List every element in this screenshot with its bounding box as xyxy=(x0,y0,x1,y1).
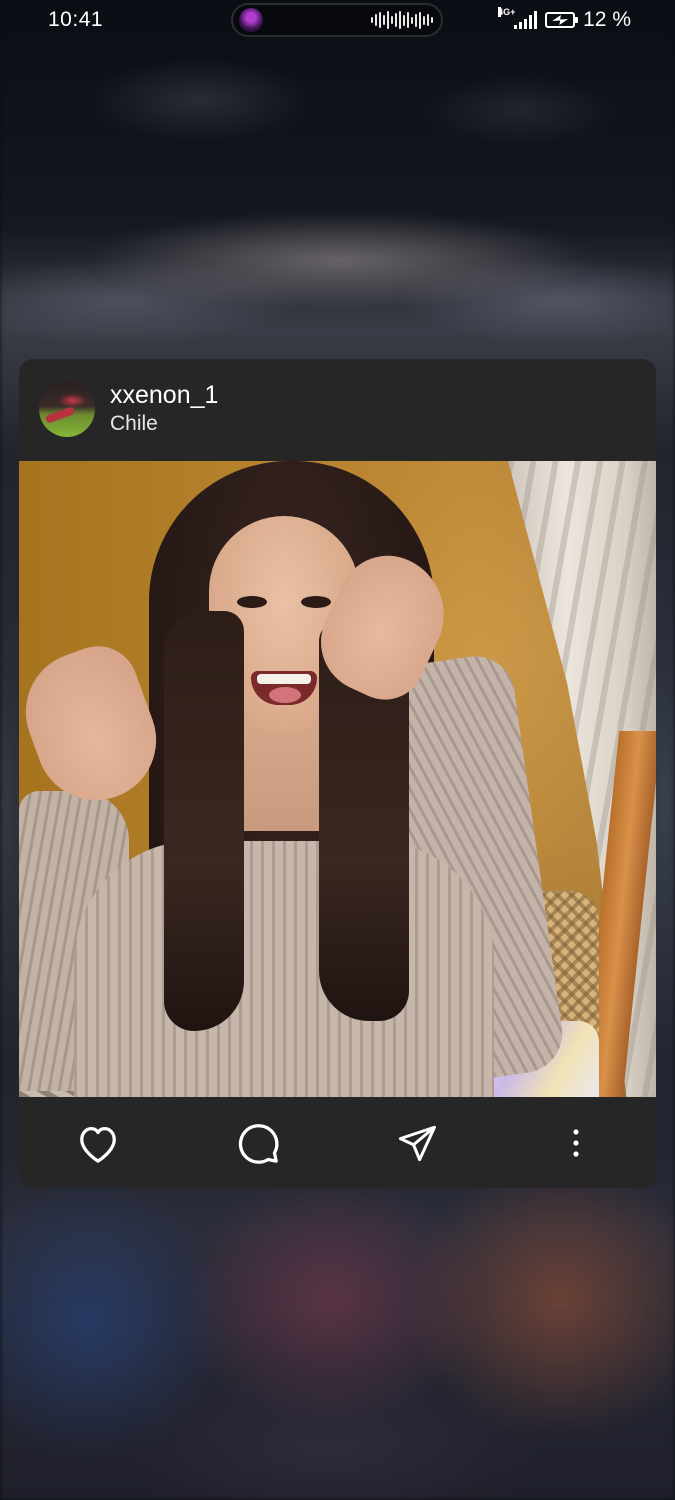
music-avatar-icon xyxy=(239,8,263,32)
send-button[interactable] xyxy=(393,1119,441,1167)
photo-sweater xyxy=(74,841,494,1097)
photo-eye-left xyxy=(237,596,267,608)
system-icons: 4G+ 12 % xyxy=(498,7,631,32)
photo-eye-right xyxy=(301,596,331,608)
comment-button[interactable] xyxy=(234,1119,282,1167)
post-actions-bar xyxy=(19,1097,656,1188)
post-preview-card[interactable]: xxenon_1 Chile xyxy=(19,359,656,1188)
like-button[interactable] xyxy=(74,1119,122,1167)
post-photo[interactable] xyxy=(19,461,656,1097)
profile-avatar[interactable] xyxy=(39,381,95,437)
dynamic-island[interactable] xyxy=(231,3,443,37)
post-username[interactable]: xxenon_1 xyxy=(110,381,218,410)
network-type: 4G+ xyxy=(498,7,516,17)
send-icon xyxy=(398,1125,436,1162)
more-vertical-icon xyxy=(573,1129,579,1157)
battery-charging-icon xyxy=(545,12,579,28)
comment-icon xyxy=(238,1124,279,1164)
screen: 10:41 4G+ 12 % xxenon_1 Chile xyxy=(0,0,675,1500)
post-header[interactable]: xxenon_1 Chile xyxy=(19,359,656,461)
more-options-button[interactable] xyxy=(552,1119,600,1167)
post-location[interactable]: Chile xyxy=(110,412,158,436)
signal-icon: 4G+ xyxy=(498,7,538,29)
audio-waveform-icon xyxy=(371,11,433,29)
photo-hair-front-left xyxy=(164,611,244,1031)
heart-icon xyxy=(80,1127,116,1163)
status-time: 10:41 xyxy=(48,8,104,31)
battery-percent: 12 % xyxy=(583,8,631,31)
status-bar: 10:41 4G+ 12 % xyxy=(0,0,675,44)
